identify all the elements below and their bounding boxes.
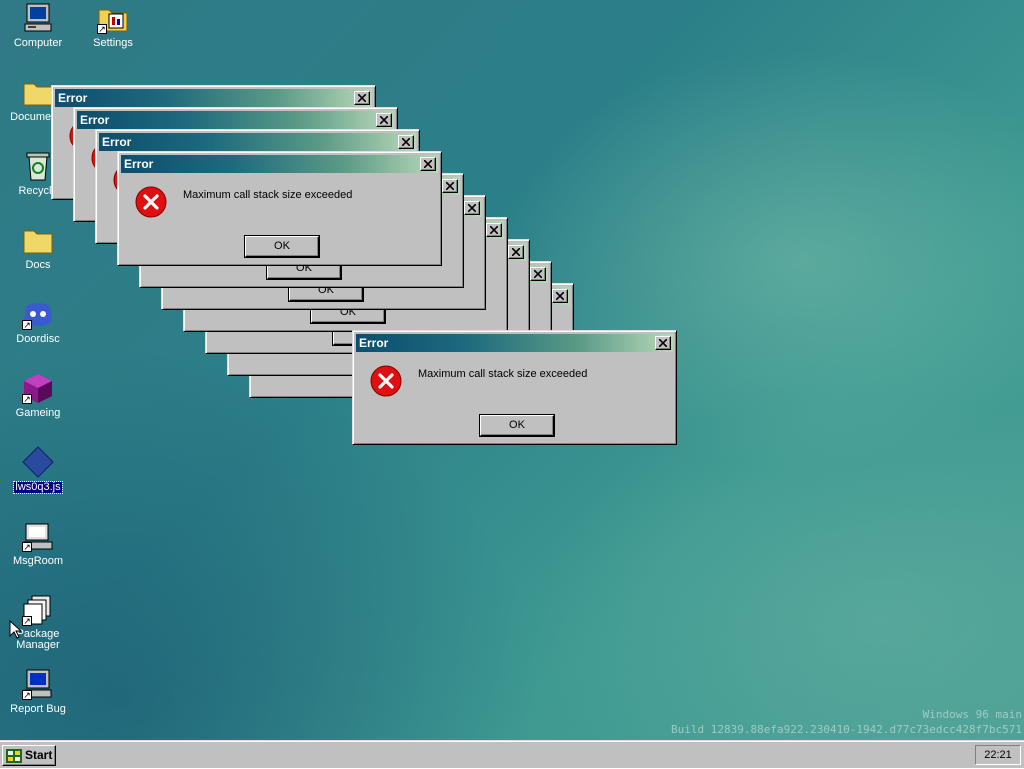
mouse-cursor-icon bbox=[9, 619, 23, 642]
msgroom-icon: ↗ bbox=[22, 520, 54, 552]
shortcut-arrow-icon: ↗ bbox=[22, 690, 32, 700]
desktop-icon-js-file[interactable]: lws0q3.js bbox=[1, 446, 75, 494]
close-button[interactable] bbox=[442, 179, 458, 193]
desktop-icon-doordisc[interactable]: ↗ Doordisc bbox=[1, 298, 75, 345]
desktop-icon-label: Doordisc bbox=[16, 333, 60, 345]
dialog-titlebar[interactable]: Error bbox=[77, 111, 394, 129]
close-button[interactable] bbox=[354, 91, 370, 105]
error-icon bbox=[370, 365, 402, 397]
error-message: Maximum call stack size exceeded bbox=[418, 368, 588, 380]
desktop-icon-gameing[interactable]: ↗ Gameing bbox=[1, 372, 75, 419]
error-dialog[interactable]: Error Maximum call stack size exceeded OK bbox=[117, 151, 442, 266]
shortcut-arrow-icon: ↗ bbox=[22, 616, 32, 626]
desktop-icon-settings[interactable]: ↗ Settings bbox=[76, 2, 150, 49]
clock-text: 22:21 bbox=[984, 749, 1012, 761]
recycle-bin-icon bbox=[22, 150, 54, 182]
close-button[interactable] bbox=[420, 157, 436, 171]
game-cube-icon: ↗ bbox=[22, 372, 54, 404]
desktop[interactable]: Computer ↗ Settings Documents Recycle Do… bbox=[0, 0, 1024, 740]
desktop-icon-label: Package Manager bbox=[16, 628, 60, 651]
desktop-icon-msgroom[interactable]: ↗ MsgRoom bbox=[1, 520, 75, 567]
dialog-title: Error bbox=[102, 135, 132, 149]
desktop-icon-label: Docs bbox=[25, 259, 51, 271]
watermark-line-1: Windows 96 main bbox=[922, 708, 1022, 721]
shortcut-arrow-icon: ↗ bbox=[97, 24, 107, 34]
js-file-icon bbox=[22, 446, 54, 478]
dialog-titlebar[interactable]: Error bbox=[121, 155, 438, 173]
desktop-icon-label: lws0q3.js bbox=[13, 481, 63, 494]
dialog-title: Error bbox=[124, 157, 154, 171]
desktop-icon-label: Computer bbox=[13, 37, 63, 49]
dialog-title: Error bbox=[80, 113, 110, 127]
dialog-title: Error bbox=[58, 91, 88, 105]
shortcut-arrow-icon: ↗ bbox=[22, 542, 32, 552]
folder-icon bbox=[22, 224, 54, 256]
desktop-icon-report-bug[interactable]: ↗ Report Bug bbox=[1, 668, 75, 715]
error-message: Maximum call stack size exceeded bbox=[183, 189, 353, 201]
system-tray-clock[interactable]: 22:21 bbox=[975, 745, 1021, 765]
desktop-icon-label: Settings bbox=[93, 37, 133, 49]
close-button[interactable] bbox=[398, 135, 414, 149]
start-label: Start bbox=[25, 748, 53, 762]
dialog-titlebar[interactable]: Error bbox=[55, 89, 372, 107]
close-button[interactable] bbox=[464, 201, 480, 215]
documents-folder-icon bbox=[22, 76, 54, 108]
desktop-icon-label: MsgRoom bbox=[12, 555, 64, 567]
desktop-icon-label: Report Bug bbox=[10, 703, 66, 715]
watermark-line-2: Build 12839.88efa922.230410-1942.d77c73e… bbox=[671, 723, 1022, 736]
close-button[interactable] bbox=[655, 336, 671, 350]
dialog-title: Error bbox=[359, 336, 389, 350]
start-button[interactable]: Start bbox=[2, 745, 56, 766]
shortcut-arrow-icon: ↗ bbox=[22, 394, 32, 404]
report-bug-icon: ↗ bbox=[22, 668, 54, 700]
error-dialog[interactable]: Error Maximum call stack size exceeded OK bbox=[352, 330, 677, 445]
desktop-icon-label: Gameing bbox=[15, 407, 61, 419]
ok-button[interactable]: OK bbox=[480, 415, 554, 436]
dialog-titlebar[interactable]: Error bbox=[99, 133, 416, 151]
ok-button[interactable]: OK bbox=[245, 236, 319, 257]
error-icon bbox=[135, 186, 167, 218]
desktop-icon-docs[interactable]: Docs bbox=[1, 224, 75, 271]
settings-folder-icon: ↗ bbox=[97, 2, 129, 34]
computer-icon bbox=[22, 2, 54, 34]
close-button[interactable] bbox=[376, 113, 392, 127]
package-manager-icon: ↗ bbox=[22, 594, 54, 626]
close-button[interactable] bbox=[508, 245, 524, 259]
dialog-titlebar[interactable]: Error bbox=[356, 334, 673, 352]
shortcut-arrow-icon: ↗ bbox=[22, 320, 32, 330]
close-button[interactable] bbox=[552, 289, 568, 303]
build-watermark: Windows 96 main Build 12839.88efa922.230… bbox=[671, 707, 1022, 737]
doordisc-icon: ↗ bbox=[22, 298, 54, 330]
taskbar: Start 22:21 bbox=[0, 740, 1024, 768]
close-button[interactable] bbox=[486, 223, 502, 237]
desktop-icon-computer[interactable]: Computer bbox=[1, 2, 75, 49]
start-logo-icon bbox=[6, 749, 22, 769]
close-button[interactable] bbox=[530, 267, 546, 281]
